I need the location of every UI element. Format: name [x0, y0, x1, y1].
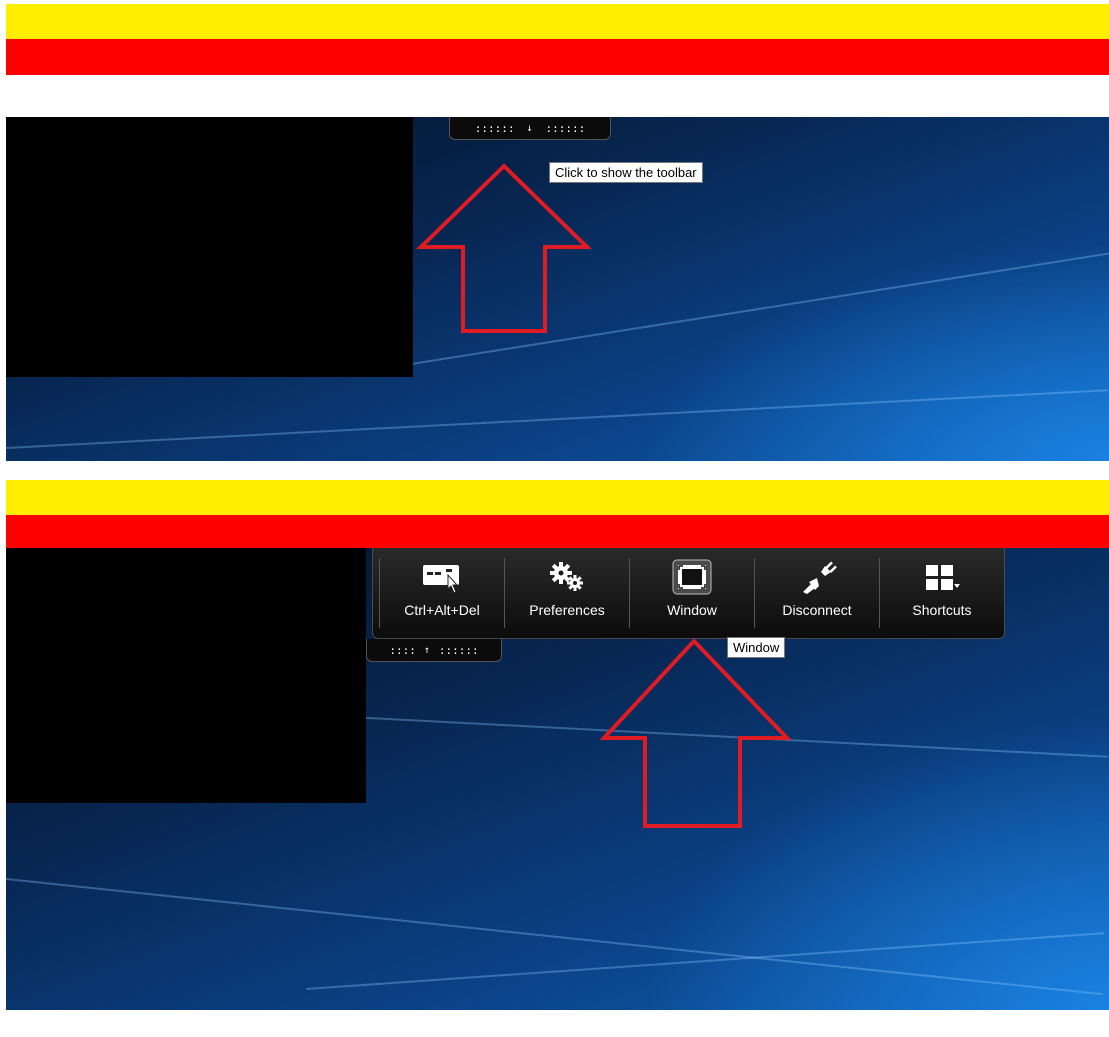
shortcuts-label: Shortcuts [912, 602, 972, 618]
handle-grip-right: :::::: [545, 121, 586, 135]
red-highlight-bar [6, 39, 1109, 75]
shortcuts-grid-icon [920, 556, 964, 598]
window-button[interactable]: Window [630, 548, 754, 638]
disconnect-button[interactable]: Disconnect [755, 548, 879, 638]
ctrl-alt-del-icon [420, 556, 464, 598]
handle-grip-right: :::::: [438, 643, 479, 657]
window-icon [670, 556, 714, 598]
yellow-highlight-bar [6, 480, 1109, 515]
toolbar-handle[interactable]: :::: ↑ :::::: [366, 639, 502, 662]
remote-desktop-view: :::::: ↓ :::::: Click to show the toolba… [6, 117, 1109, 461]
ctrl-alt-del-button[interactable]: Ctrl+Alt+Del [380, 548, 504, 638]
arrow-up-icon: ↑ [423, 644, 431, 656]
remote-toolbar: Ctrl+Alt+Del Preferences Window Disconne… [372, 548, 1005, 639]
annotation-up-arrow [416, 163, 592, 333]
arrow-down-icon: ↓ [526, 122, 534, 134]
disconnect-label: Disconnect [782, 602, 852, 618]
preferences-button[interactable]: Preferences [505, 548, 629, 638]
red-highlight-bar [6, 515, 1109, 548]
redacted-area [6, 117, 413, 377]
annotation-up-arrow [599, 638, 792, 828]
handle-grip-left: :::: [389, 643, 416, 657]
remote-desktop-view: Ctrl+Alt+Del Preferences Window Disconne… [6, 548, 1109, 1010]
window-label: Window [667, 602, 717, 618]
toolbar-handle[interactable]: :::::: ↓ :::::: [449, 117, 611, 140]
ctrl-alt-del-label: Ctrl+Alt+Del [404, 602, 480, 618]
gears-icon [547, 556, 587, 598]
yellow-highlight-bar [6, 4, 1109, 39]
wallpaper-streak [6, 878, 1103, 996]
redacted-area [6, 548, 366, 803]
wallpaper-streak [6, 389, 1108, 449]
disconnect-plug-icon [795, 556, 839, 598]
shortcuts-button[interactable]: Shortcuts [880, 548, 1004, 638]
handle-grip-left: :::::: [474, 121, 515, 135]
preferences-label: Preferences [529, 602, 605, 618]
